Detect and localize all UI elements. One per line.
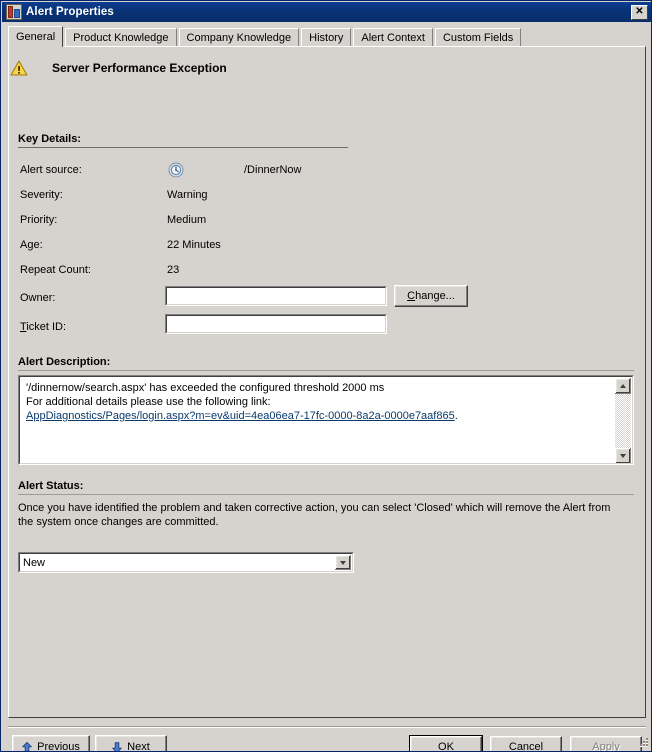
alert-description-text: '/dinnernow/search.aspx' has exceeded th… <box>26 381 606 423</box>
tab-product-knowledge[interactable]: Product Knowledge <box>65 28 177 47</box>
alert-title: Server Performance Exception <box>52 61 227 75</box>
description-line-1: '/dinnernow/search.aspx' has exceeded th… <box>26 382 385 394</box>
ok-button-label: OK <box>438 741 454 752</box>
tab-custom-fields[interactable]: Custom Fields <box>434 28 522 47</box>
scroll-up-arrow-icon[interactable] <box>615 378 631 394</box>
tab-label: Company Knowledge <box>186 32 292 44</box>
ok-button[interactable]: OK <box>410 736 482 752</box>
ticket-id-field-wrap[interactable] <box>165 314 387 334</box>
owner-label: Owner: <box>20 292 56 304</box>
owner-input[interactable] <box>166 287 386 305</box>
age-value: 22 Minutes <box>167 239 221 251</box>
arrow-up-icon <box>22 741 32 751</box>
tab-strip: General Product Knowledge Company Knowle… <box>8 26 646 47</box>
scroll-down-arrow-icon[interactable] <box>615 448 631 463</box>
tab-general[interactable]: General <box>8 26 64 47</box>
change-button[interactable]: Change... <box>394 285 468 307</box>
tab-label: History <box>309 32 344 44</box>
apply-button-label: Apply <box>592 741 620 752</box>
key-details-rule <box>18 147 348 148</box>
repeat-count-label: Repeat Count: <box>20 264 91 276</box>
alert-description-rule <box>18 370 634 371</box>
previous-button[interactable]: Previous <box>12 735 90 752</box>
next-button[interactable]: Next <box>95 735 167 752</box>
owner-field-wrap[interactable] <box>165 286 387 306</box>
web-application-icon <box>168 162 184 178</box>
ticket-id-input[interactable] <box>166 315 386 333</box>
apply-button: Apply <box>570 736 642 752</box>
description-scrollbar[interactable] <box>615 378 631 463</box>
close-icon[interactable]: ✕ <box>631 4 648 20</box>
tab-label: Product Knowledge <box>73 32 169 44</box>
tab-alert-context[interactable]: Alert Context <box>353 28 433 47</box>
chevron-down-icon[interactable] <box>335 555 351 570</box>
warning-triangle-icon <box>10 60 28 76</box>
change-button-label: hange... <box>415 290 455 302</box>
alert-source-value: /DinnerNow <box>244 164 302 176</box>
alert-source-label: Alert source: <box>20 164 82 176</box>
tab-label: Alert Context <box>361 32 425 44</box>
alert-heading: Server Performance Exception <box>10 56 610 80</box>
cancel-button[interactable]: Cancel <box>490 736 562 752</box>
alert-status-heading: Alert Status: <box>18 480 84 492</box>
tab-label: General <box>16 31 56 43</box>
priority-label: Priority: <box>20 214 58 226</box>
window-title: Alert Properties <box>26 6 114 18</box>
tab-history[interactable]: History <box>301 28 352 47</box>
age-label: Age: <box>20 239 43 251</box>
severity-label: Severity: <box>20 189 63 201</box>
cancel-button-label: Cancel <box>508 741 544 752</box>
alert-description-heading: Alert Description: <box>18 356 111 368</box>
key-details-heading: Key Details: <box>18 133 81 145</box>
alert-status-dropdown[interactable]: New <box>18 552 354 573</box>
ticket-id-label-text: icket ID: <box>26 321 67 333</box>
client-area: General Product Knowledge Company Knowle… <box>2 22 651 752</box>
footer-separator <box>8 726 646 728</box>
previous-button-label: revious <box>44 741 80 752</box>
arrow-down-icon <box>112 741 122 751</box>
ticket-id-label: Ticket ID: <box>20 321 66 333</box>
description-line-2: For additional details please use the fo… <box>26 396 271 408</box>
alert-properties-window: Alert Properties ✕ General Product Knowl… <box>0 0 652 752</box>
scrollbar-track[interactable] <box>615 394 631 448</box>
severity-value: Warning <box>167 189 208 201</box>
next-button-label: ext <box>135 741 150 752</box>
next-button-acc: N <box>127 741 136 752</box>
app-icon <box>6 4 22 20</box>
alert-description-inner: '/dinnernow/search.aspx' has exceeded th… <box>19 376 633 464</box>
title-bar: Alert Properties ✕ <box>2 2 651 22</box>
repeat-count-value: 23 <box>167 264 180 276</box>
alert-status-rule <box>18 494 634 495</box>
alert-status-description: Once you have identified the problem and… <box>18 502 611 528</box>
change-button-acc: C <box>407 290 416 302</box>
tab-label: Custom Fields <box>442 32 514 44</box>
alert-description-box[interactable]: '/dinnernow/search.aspx' has exceeded th… <box>18 375 634 465</box>
resize-grip[interactable] <box>636 736 650 750</box>
tab-company-knowledge[interactable]: Company Knowledge <box>178 28 300 47</box>
alert-status-selected-value: New <box>23 556 46 569</box>
priority-value: Medium <box>167 214 207 226</box>
description-link[interactable]: AppDiagnostics/Pages/login.aspx?m=ev&uid… <box>26 410 455 422</box>
description-link-suffix: . <box>454 410 458 422</box>
